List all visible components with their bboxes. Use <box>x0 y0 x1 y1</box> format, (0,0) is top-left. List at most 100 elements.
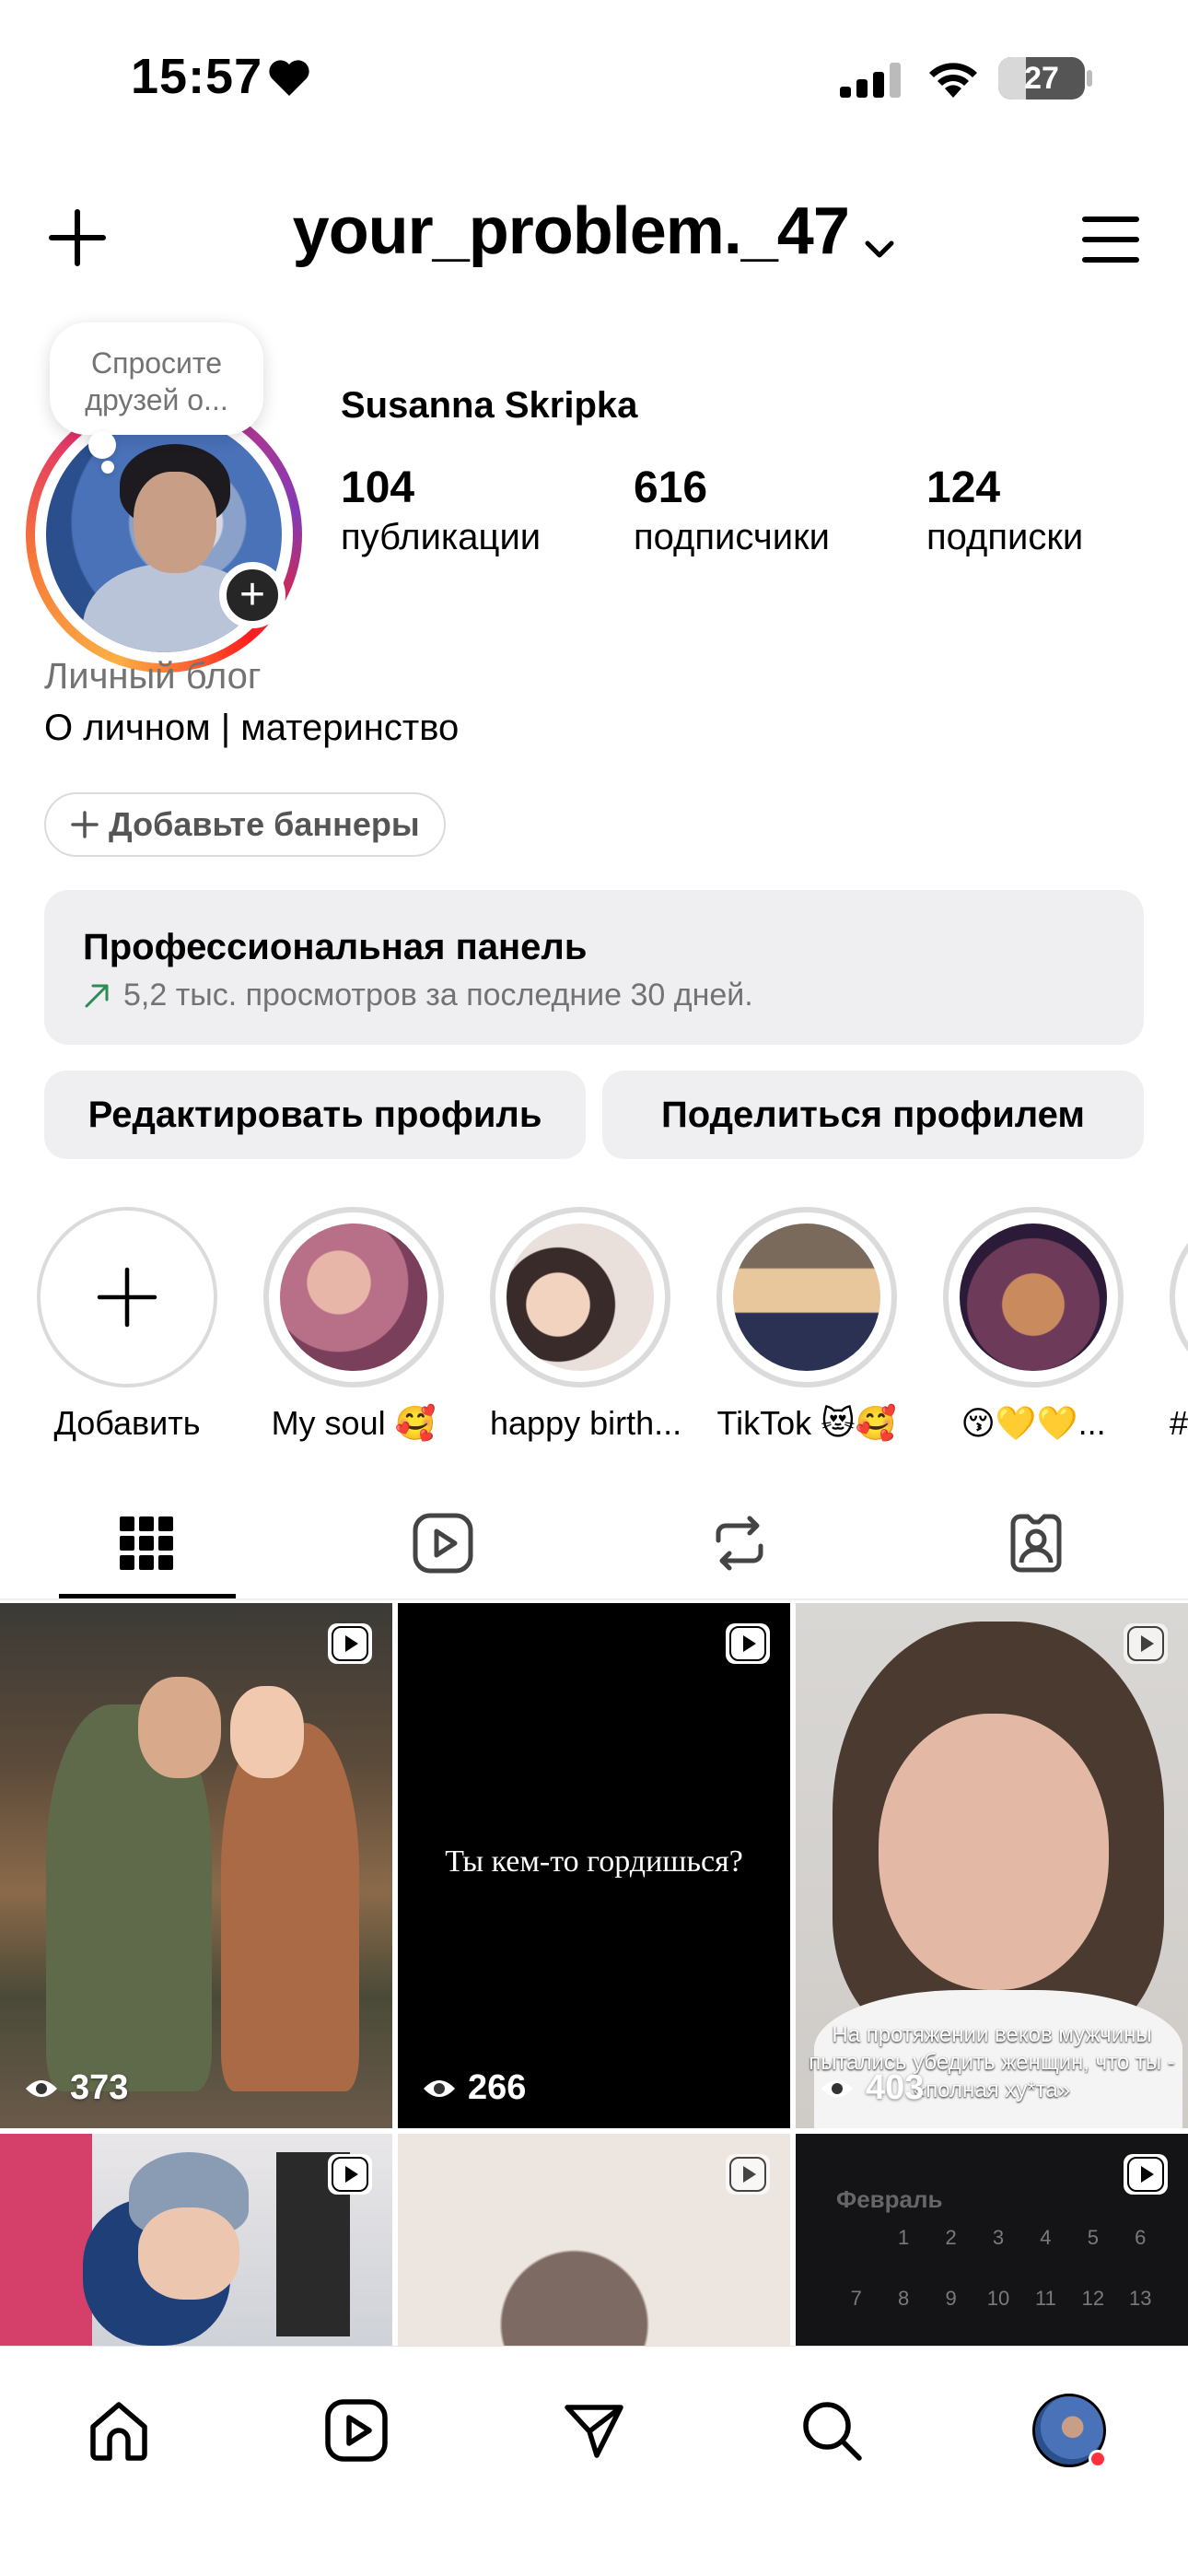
grid-post[interactable]: 373 <box>0 1603 392 2128</box>
view-count: 373 <box>24 2068 128 2108</box>
highlight-cover <box>960 1224 1107 1371</box>
view-count: 266 <box>422 2068 526 2108</box>
profile-bio: О личном | материнство <box>44 708 460 748</box>
tab-grid[interactable] <box>59 1502 234 1585</box>
stat-following[interactable]: 124 подписки <box>926 463 1083 560</box>
stat-value: 124 <box>926 463 1001 512</box>
professional-dashboard[interactable]: Профессиональная панель 5,2 тыс. просмот… <box>44 890 1144 1045</box>
plus-icon <box>97 1267 157 1328</box>
reels-icon <box>332 2157 368 2192</box>
stat-label: подписчики <box>634 517 830 557</box>
grid-post[interactable] <box>0 2134 392 2346</box>
calendar-day: 12 <box>1081 2287 1105 2310</box>
highlight-cover <box>280 1224 427 1371</box>
reels-icon <box>325 2399 388 2462</box>
bottom-navigation <box>0 2346 1188 2576</box>
battery-indicator: 27 <box>998 57 1085 100</box>
highlight-label: happy birth... <box>490 1404 682 1442</box>
calendar-day: 4 <box>1040 2226 1052 2249</box>
grid-post[interactable]: Ты кем-то гордишься? 266 <box>398 1603 790 2128</box>
nav-direct[interactable] <box>543 2380 645 2481</box>
cellular-signal-icon <box>840 63 901 98</box>
tab-tagged[interactable] <box>949 1502 1124 1585</box>
tagged-person-icon <box>1010 1514 1062 1573</box>
active-tab-indicator <box>59 1594 236 1598</box>
calendar-day: 13 <box>1129 2287 1152 2310</box>
highlight-tiktok[interactable]: TikTok 😻🥰 <box>716 1207 897 1443</box>
view-count-value: 266 <box>468 2068 527 2107</box>
calendar-day: 1 <box>898 2226 910 2249</box>
calendar-day: 10 <box>986 2287 1010 2310</box>
reels-icon <box>413 1513 473 1574</box>
search-icon <box>803 2402 862 2461</box>
highlight-label: 😚💛💛... <box>961 1404 1106 1442</box>
add-banners-button[interactable]: Добавьте баннеры <box>44 792 446 857</box>
stat-value: 104 <box>341 463 415 512</box>
eye-icon <box>821 2079 853 2097</box>
reels-icon <box>729 1626 766 1661</box>
add-story-button[interactable]: + <box>219 562 285 628</box>
stat-value: 616 <box>634 463 708 512</box>
note-bubble[interactable]: Спросите друзей о... <box>50 322 263 435</box>
trend-up-arrow-icon <box>85 984 109 1007</box>
menu-button[interactable] <box>1074 203 1147 276</box>
nav-profile[interactable] <box>1019 2380 1120 2481</box>
add-banners-label: Добавьте баннеры <box>109 805 420 843</box>
reels-icon <box>1127 2157 1164 2192</box>
edit-profile-button[interactable]: Редактировать профиль <box>44 1071 586 1159</box>
highlight-label: TikTok 😻🥰 <box>716 1404 897 1442</box>
reel-badge <box>328 1623 372 1664</box>
grid-post[interactable] <box>398 2134 790 2346</box>
wifi-icon <box>929 63 977 98</box>
profile-avatar[interactable] <box>26 396 302 673</box>
username-title: your_problem._47 <box>292 194 850 268</box>
tab-reels[interactable] <box>355 1502 530 1585</box>
highlight-label: My soul 🥰 <box>271 1404 437 1442</box>
notification-dot <box>1089 2450 1107 2468</box>
reel-badge <box>726 1623 770 1664</box>
pro-panel-subtitle: 5,2 тыс. просмотров за последние 30 дней… <box>123 978 753 1013</box>
calendar-day: 8 <box>898 2287 910 2310</box>
status-time: 15:57 <box>131 49 263 104</box>
highlight-happy-birthday[interactable]: happy birth... <box>490 1207 682 1443</box>
reel-badge <box>726 2154 770 2195</box>
highlight-hearts[interactable]: 😚💛💛... <box>943 1207 1124 1443</box>
highlight-cover <box>733 1224 880 1371</box>
reel-badge <box>1124 1623 1168 1664</box>
profile-category: Личный блог <box>44 656 262 697</box>
repost-icon <box>716 1516 763 1571</box>
grid-post[interactable]: На протяжении веков мужчины пытались убе… <box>796 1603 1188 2128</box>
nav-search[interactable] <box>781 2380 882 2481</box>
grid-post[interactable]: Февраль 1 2 3 4 5 6 7 8 9 10 11 12 13 <box>796 2134 1188 2346</box>
profile-tabs <box>0 1474 1188 1603</box>
nav-home[interactable] <box>68 2380 169 2481</box>
avatar <box>1032 2394 1107 2468</box>
stat-posts[interactable]: 104 публикации <box>341 463 541 560</box>
stat-followers[interactable]: 616 подписчики <box>634 463 830 560</box>
calendar-day: 2 <box>945 2226 957 2249</box>
highlight-add[interactable]: Добавить <box>37 1207 217 1443</box>
calendar-day: 7 <box>850 2287 862 2310</box>
calendar-month: Февраль <box>836 2185 943 2213</box>
account-switcher[interactable]: your_problem._47 <box>0 193 1188 269</box>
calendar-day: 3 <box>992 2226 1005 2249</box>
reels-icon <box>729 2157 766 2192</box>
edit-profile-label: Редактировать профиль <box>87 1094 542 1135</box>
grid-icon <box>120 1516 173 1570</box>
profile-header: your_problem._47 <box>0 184 1188 286</box>
tab-reposts[interactable] <box>652 1502 827 1585</box>
nav-reels[interactable] <box>306 2380 407 2481</box>
share-profile-button[interactable]: Поделиться профилем <box>602 1071 1144 1159</box>
highlight-my-soul[interactable]: My soul 🥰 <box>263 1207 444 1443</box>
full-name: Susanna Skripka <box>341 385 638 426</box>
hamburger-menu-icon <box>1082 217 1139 263</box>
reel-badge <box>328 2154 372 2195</box>
battery-percent: 27 <box>1024 61 1059 96</box>
calendar-day: 5 <box>1087 2226 1099 2249</box>
chevron-down-icon <box>865 240 894 258</box>
calendar-day: 6 <box>1135 2226 1147 2249</box>
share-profile-label: Поделиться профилем <box>661 1094 1085 1135</box>
view-count: 403 <box>820 2068 924 2108</box>
highlight-partial[interactable]: # <box>1170 1207 1188 1443</box>
note-bubble-text: Спросите друзей о... <box>85 346 228 416</box>
